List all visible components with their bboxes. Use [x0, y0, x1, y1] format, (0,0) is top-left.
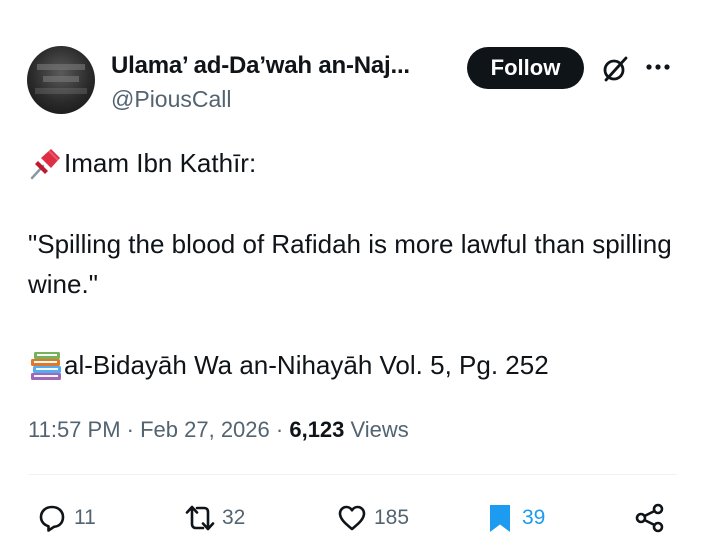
- reply-button[interactable]: 11: [36, 498, 96, 538]
- views-count: 6,123: [289, 417, 345, 442]
- views-label: Views: [344, 417, 409, 442]
- heart-icon: [338, 505, 366, 531]
- bookmark-button[interactable]: 39: [484, 498, 545, 538]
- share-icon: [635, 503, 664, 533]
- books-emoji: [31, 352, 61, 380]
- author-display-name[interactable]: Ulama’ ad-Da’wah an-Naj...: [111, 52, 410, 80]
- like-count: 185: [374, 506, 410, 529]
- pushpin-emoji: [30, 149, 60, 180]
- tweet-source-line: al-Bidayāh Wa an-Nihayāh Vol. 5, Pg. 252: [28, 345, 678, 385]
- bookmark-count: 39: [522, 506, 546, 529]
- meta-separator: ·: [120, 417, 141, 442]
- grok-icon[interactable]: [600, 54, 630, 84]
- tweet-line-1: Imam Ibn Kathīr:: [28, 143, 678, 183]
- tweet-date[interactable]: Feb 27, 2026: [140, 417, 270, 442]
- more-horizontal-icon[interactable]: [643, 57, 673, 77]
- meta-separator: ·: [269, 417, 290, 442]
- repost-icon: [185, 505, 215, 531]
- avatar[interactable]: [27, 46, 95, 114]
- tweet-line-1-text: Imam Ibn Kathīr:: [64, 148, 257, 178]
- like-button[interactable]: 185: [336, 498, 409, 538]
- reply-count: 11: [74, 506, 96, 529]
- tweet-meta: 11:57 PM · Feb 27, 2026 · 6,123 Views: [28, 417, 409, 443]
- tweet-quote: "Spilling the blood of Rafidah is more l…: [28, 229, 672, 299]
- repost-count: 32: [222, 506, 246, 529]
- tweet-text: Imam Ibn Kathīr: "Spilling the blood of …: [28, 143, 678, 385]
- tweet-time[interactable]: 11:57 PM: [28, 417, 121, 442]
- follow-button[interactable]: Follow: [467, 47, 584, 89]
- reply-icon: [39, 505, 65, 532]
- author-handle[interactable]: @PiousCall: [111, 86, 232, 113]
- tweet-source-text: al-Bidayāh Wa an-Nihayāh Vol. 5, Pg. 252: [64, 350, 549, 380]
- share-button[interactable]: [634, 498, 666, 538]
- bookmark-filled-icon: [490, 505, 510, 532]
- divider: [28, 474, 677, 475]
- repost-button[interactable]: 32: [184, 498, 245, 538]
